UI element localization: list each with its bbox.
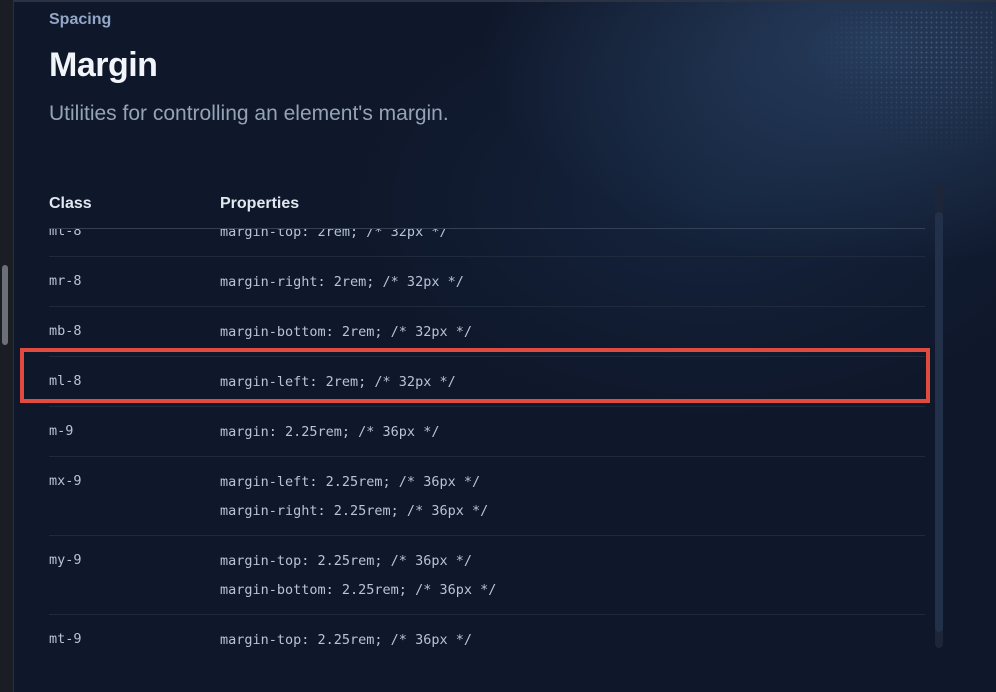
table-scroll-area[interactable]: mt-8 margin-top: 2rem; /* 32px */ mr-8 marg…: [49, 229, 925, 650]
docs-content: Spacing Margin Utilities for controlling…: [14, 2, 996, 692]
property-line: margin-top: 2.25rem; /* 36px */: [220, 632, 472, 648]
property-line: margin-bottom: 2rem; /* 32px */: [220, 324, 472, 340]
property-line: margin-right: 2rem; /* 32px */: [220, 274, 464, 290]
property-line: margin-right: 2.25rem; /* 36px */: [220, 503, 489, 519]
property-line: margin-bottom: 2.25rem; /* 36px */: [220, 582, 497, 598]
property-line: margin-left: 2.25rem; /* 36px */: [220, 474, 481, 490]
class-properties: margin-top: 2.25rem; /* 36px */: [220, 631, 472, 650]
table-row: mt-9 margin-top: 2.25rem; /* 36px */: [49, 615, 925, 650]
class-name: m-9: [49, 423, 74, 439]
decorative-dot-pattern: [814, 10, 994, 160]
class-name: mt-8: [49, 229, 82, 239]
class-properties: margin-top: 2rem; /* 32px */: [220, 229, 448, 252]
class-name: ml-8: [49, 373, 82, 389]
class-name: mt-9: [49, 631, 82, 647]
table-row: my-9 margin-top: 2.25rem; /* 36px */margi…: [49, 536, 925, 615]
class-properties: margin-top: 2.25rem; /* 36px */ margin-bo…: [220, 552, 496, 610]
property-line: margin-top: 2.25rem; /* 36px */: [220, 553, 472, 569]
table-row: mr-8 margin-right: 2rem; /* 32px */: [49, 257, 925, 307]
table-row: ml-8 margin-left: 2rem; /* 32px */: [49, 357, 925, 407]
class-name: my-9: [49, 552, 82, 568]
table-row: mx-9 margin-left: 2.25rem; /* 36px */marg…: [49, 457, 925, 536]
table-row: m-9 margin: 2.25rem; /* 36px */: [49, 407, 925, 457]
left-window-edge: [0, 0, 14, 692]
table-body: mt-8 margin-top: 2rem; /* 32px */ mr-8 marg…: [49, 229, 925, 650]
table-row: mb-8 margin-bottom: 2rem; /* 32px */: [49, 307, 925, 357]
class-name: mb-8: [49, 323, 82, 339]
class-properties: margin-right: 2rem; /* 32px */: [220, 273, 464, 302]
class-properties: margin-bottom: 2rem; /* 32px */: [220, 323, 472, 352]
class-name: mx-9: [49, 473, 82, 489]
property-line: margin: 2.25rem; /* 36px */: [220, 424, 440, 440]
table-row: mt-8 margin-top: 2rem; /* 32px */: [49, 229, 925, 257]
class-properties: margin-left: 2rem; /* 32px */: [220, 373, 456, 402]
column-header-properties: Properties: [220, 195, 300, 212]
table-scrollbar[interactable]: [935, 182, 943, 648]
page-title: Margin: [49, 46, 158, 84]
class-properties: margin: 2.25rem; /* 36px */: [220, 423, 439, 452]
property-line: margin-top: 2rem; /* 32px */: [220, 229, 448, 240]
resize-handle[interactable]: [2, 265, 8, 345]
section-eyebrow: Spacing: [49, 11, 112, 28]
column-header-class: Class: [49, 195, 92, 212]
class-name: mr-8: [49, 273, 82, 289]
scrollbar-thumb[interactable]: [935, 212, 943, 632]
class-properties: margin-left: 2.25rem; /* 36px */ margin-r…: [220, 473, 488, 531]
property-line: margin-left: 2rem; /* 32px */: [220, 374, 456, 390]
page-description: Utilities for controlling an element's m…: [49, 102, 449, 125]
